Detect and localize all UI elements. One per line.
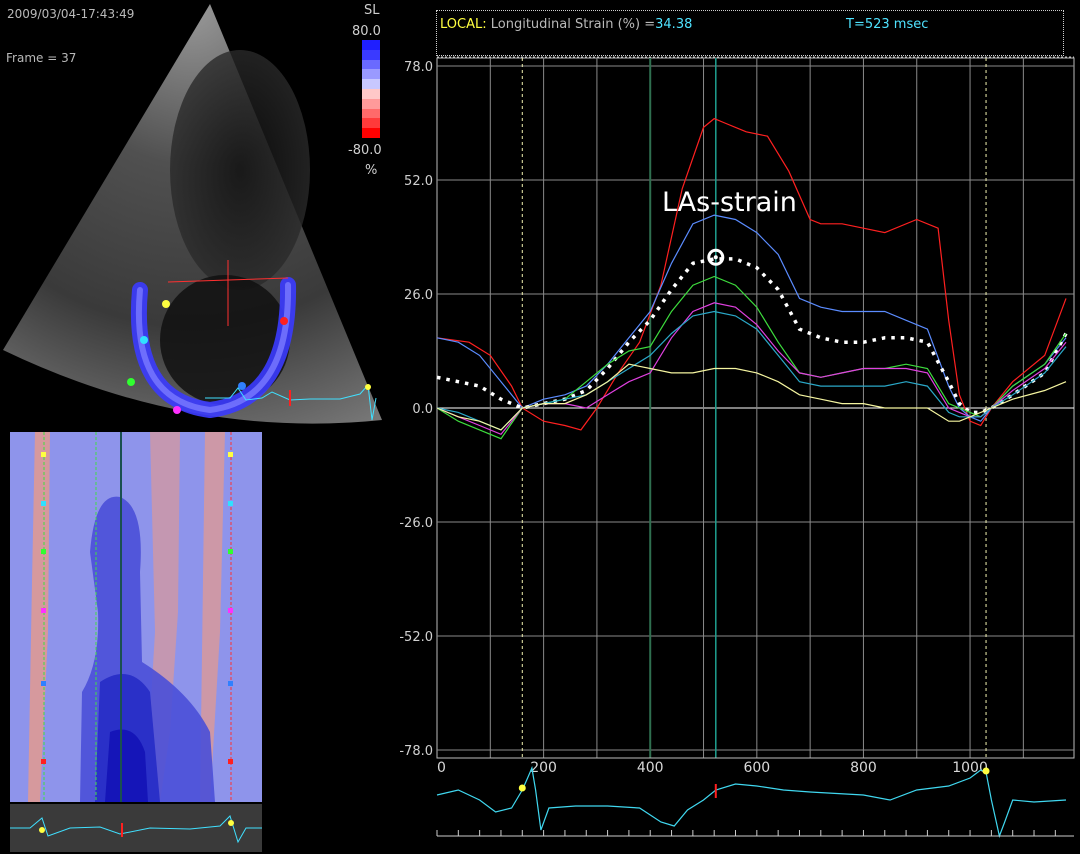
strain-chart: 78.0 52.0 26.0 0.0 -26.0 -52.0 -78.0 0 200 400 600… [399,56,1075,839]
strain-series-line [436,275,1067,440]
y-tick-label: 78.0 [404,60,433,75]
y-tick-label: 52.0 [404,174,433,189]
strain-series-line [436,117,1067,431]
strain-series-line [436,257,1068,415]
y-tick-label: 26.0 [404,288,433,303]
las-strain-annotation: LAs-strain [662,187,797,218]
ecg-marker-yellow [982,767,990,775]
y-tick-label: -52.0 [399,630,433,645]
y-tick-label: -26.0 [399,516,433,531]
ecg-marker-yellow [518,784,526,792]
x-tick-label: 600 [743,760,770,776]
y-tick-label: -78.0 [399,744,433,759]
strain-series-line [436,363,1067,431]
y-tick-label: 0.0 [412,402,433,417]
x-tick-label: 800 [850,760,877,776]
x-tick-label: 400 [637,760,664,776]
strain-series-line [436,302,1067,436]
x-tick-label: 1000 [952,760,988,776]
ecg-trace [436,765,1067,839]
strain-series-line [436,214,1067,422]
strain-series-line [436,310,1067,431]
x-tick-label: 200 [530,760,557,776]
peak-marker-dot [713,255,718,260]
x-tick-label: 0 [437,760,446,776]
